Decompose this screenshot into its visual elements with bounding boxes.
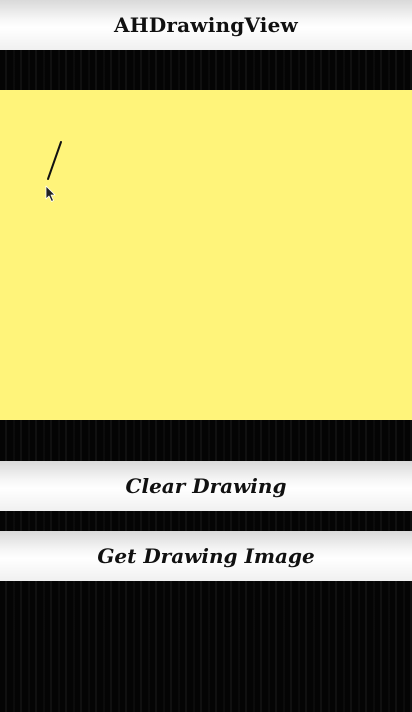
get-drawing-image-label: Get Drawing Image bbox=[97, 544, 315, 568]
drawing-canvas[interactable] bbox=[0, 90, 412, 420]
drawn-stroke bbox=[47, 141, 62, 180]
navigation-bar: AHDrawingView bbox=[0, 0, 412, 50]
mouse-pointer-icon bbox=[45, 185, 56, 202]
clear-drawing-label: Clear Drawing bbox=[125, 474, 287, 498]
get-drawing-image-button[interactable]: Get Drawing Image bbox=[0, 531, 412, 581]
app-screen: AHDrawingView Clear Drawing Get Drawing … bbox=[0, 0, 412, 712]
page-title: AHDrawingView bbox=[114, 13, 298, 37]
drawing-surface bbox=[45, 141, 62, 202]
clear-drawing-button[interactable]: Clear Drawing bbox=[0, 461, 412, 511]
